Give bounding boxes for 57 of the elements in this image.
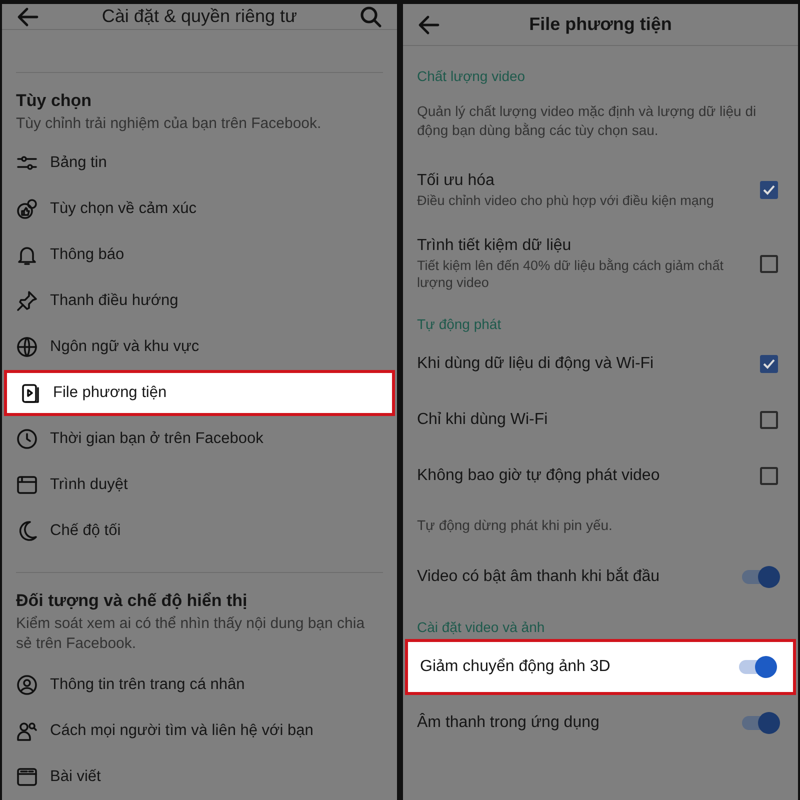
- profile-icon: [16, 674, 38, 696]
- setting-label: Trình tiết kiệm dữ liệu: [417, 237, 572, 255]
- setting-row[interactable]: Trình tiết kiệm dữ liệu Tiết kiệm lên đến 40% dữ liệu bằng cách giảm chất lượng video: [417, 226, 784, 302]
- menu-item[interactable]: Thanh điều hướng: [16, 278, 383, 324]
- menu-item[interactable]: Bảng tin: [16, 140, 383, 186]
- pin-icon: [16, 290, 38, 312]
- post-icon: [16, 766, 38, 788]
- setting-row[interactable]: Không bao giờ tự động phát video: [417, 448, 784, 504]
- checkbox[interactable]: [760, 355, 778, 373]
- menu-item[interactable]: Ngôn ngữ và khu vực: [16, 324, 383, 370]
- menu-item[interactable]: Thời gian bạn ở trên Facebook: [16, 416, 383, 462]
- people-icon: [16, 720, 38, 742]
- menu-item[interactable]: Cách mọi người tìm và liên hệ với bạn: [16, 708, 383, 754]
- section-title: Đối tượng và chế độ hiển thị: [16, 591, 248, 611]
- browser-icon: [16, 474, 38, 496]
- setting-row[interactable]: Âm thanh trong ứng dụng: [417, 695, 784, 751]
- section-subtitle: Kiểm soát xem ai có thể nhìn thấy nội dung bạn chia sẻ trên Facebook.: [16, 614, 366, 654]
- menu-item[interactable]: Tùy chọn về cảm xúc: [16, 186, 383, 232]
- screen-title: Cài đặt & quyền riêng tư: [100, 6, 298, 27]
- media-icon: [19, 382, 41, 404]
- checkbox[interactable]: [760, 255, 778, 273]
- setting-description: Tiết kiệm lên đến 40% dữ liệu bằng cách giảm chất lượng video: [417, 257, 724, 291]
- section-title: Cài đặt video và ảnh: [417, 618, 546, 637]
- setting-label: Khi dùng dữ liệu di động và Wi-Fi: [417, 355, 655, 373]
- setting-row[interactable]: Chỉ khi dùng Wi-Fi: [417, 392, 784, 448]
- setting-row[interactable]: Giảm chuyển động ảnh 3D: [405, 639, 796, 695]
- setting-label: Chỉ khi dùng Wi-Fi: [417, 411, 549, 429]
- clock-icon: [16, 428, 38, 450]
- setting-row[interactable]: Khi dùng dữ liệu di động và Wi-Fi: [417, 336, 784, 392]
- section-subtitle: Tùy chỉnh trải nghiệm của bạn trên Facebook.: [16, 114, 322, 134]
- setting-label: Video có bật âm thanh khi bắt đầu: [417, 568, 661, 586]
- menu-item[interactable]: Trình duyệt: [16, 462, 383, 508]
- menu-item[interactable]: Chế độ tối: [16, 508, 383, 554]
- reaction-icon: [16, 198, 38, 220]
- screen-title: File phương tiện: [528, 14, 673, 35]
- setting-row[interactable]: Video có bật âm thanh khi bắt đầu: [417, 549, 784, 605]
- menu-item[interactable]: Thông báo: [16, 232, 383, 278]
- section-title: Tự động phát: [417, 315, 502, 334]
- section-title: Chất lượng video: [417, 67, 526, 86]
- setting-label: Giảm chuyển động ảnh 3D: [420, 658, 612, 676]
- description-text: Tự động dừng phát khi pin yếu.: [417, 516, 614, 535]
- checkbox[interactable]: [760, 181, 778, 199]
- menu-item[interactable]: Bài viết: [16, 754, 383, 800]
- section-title: Tùy chọn: [16, 91, 93, 111]
- description-text: Quản lý chất lượng video mặc định và lượng dữ liệu di động bạn dùng bằng các tùy chọn sau.: [417, 102, 758, 140]
- setting-label: Tối ưu hóa: [417, 172, 496, 190]
- setting-row[interactable]: Tối ưu hóa Điều chỉnh video cho phù hợp với điều kiện mạng: [417, 154, 784, 226]
- setting-label: Không bao giờ tự động phát video: [417, 467, 661, 485]
- checkbox[interactable]: [760, 467, 778, 485]
- menu-item[interactable]: Thông tin trên trang cá nhân: [16, 662, 383, 708]
- checkbox[interactable]: [760, 411, 778, 429]
- bell-icon: [16, 244, 38, 266]
- setting-label: Âm thanh trong ứng dụng: [417, 714, 600, 732]
- search-icon[interactable]: [359, 4, 383, 28]
- globe-icon: [16, 336, 38, 358]
- setting-description: Điều chỉnh video cho phù hợp với điều kiện mạng: [417, 192, 715, 208]
- menu-item[interactable]: File phương tiện: [4, 370, 395, 416]
